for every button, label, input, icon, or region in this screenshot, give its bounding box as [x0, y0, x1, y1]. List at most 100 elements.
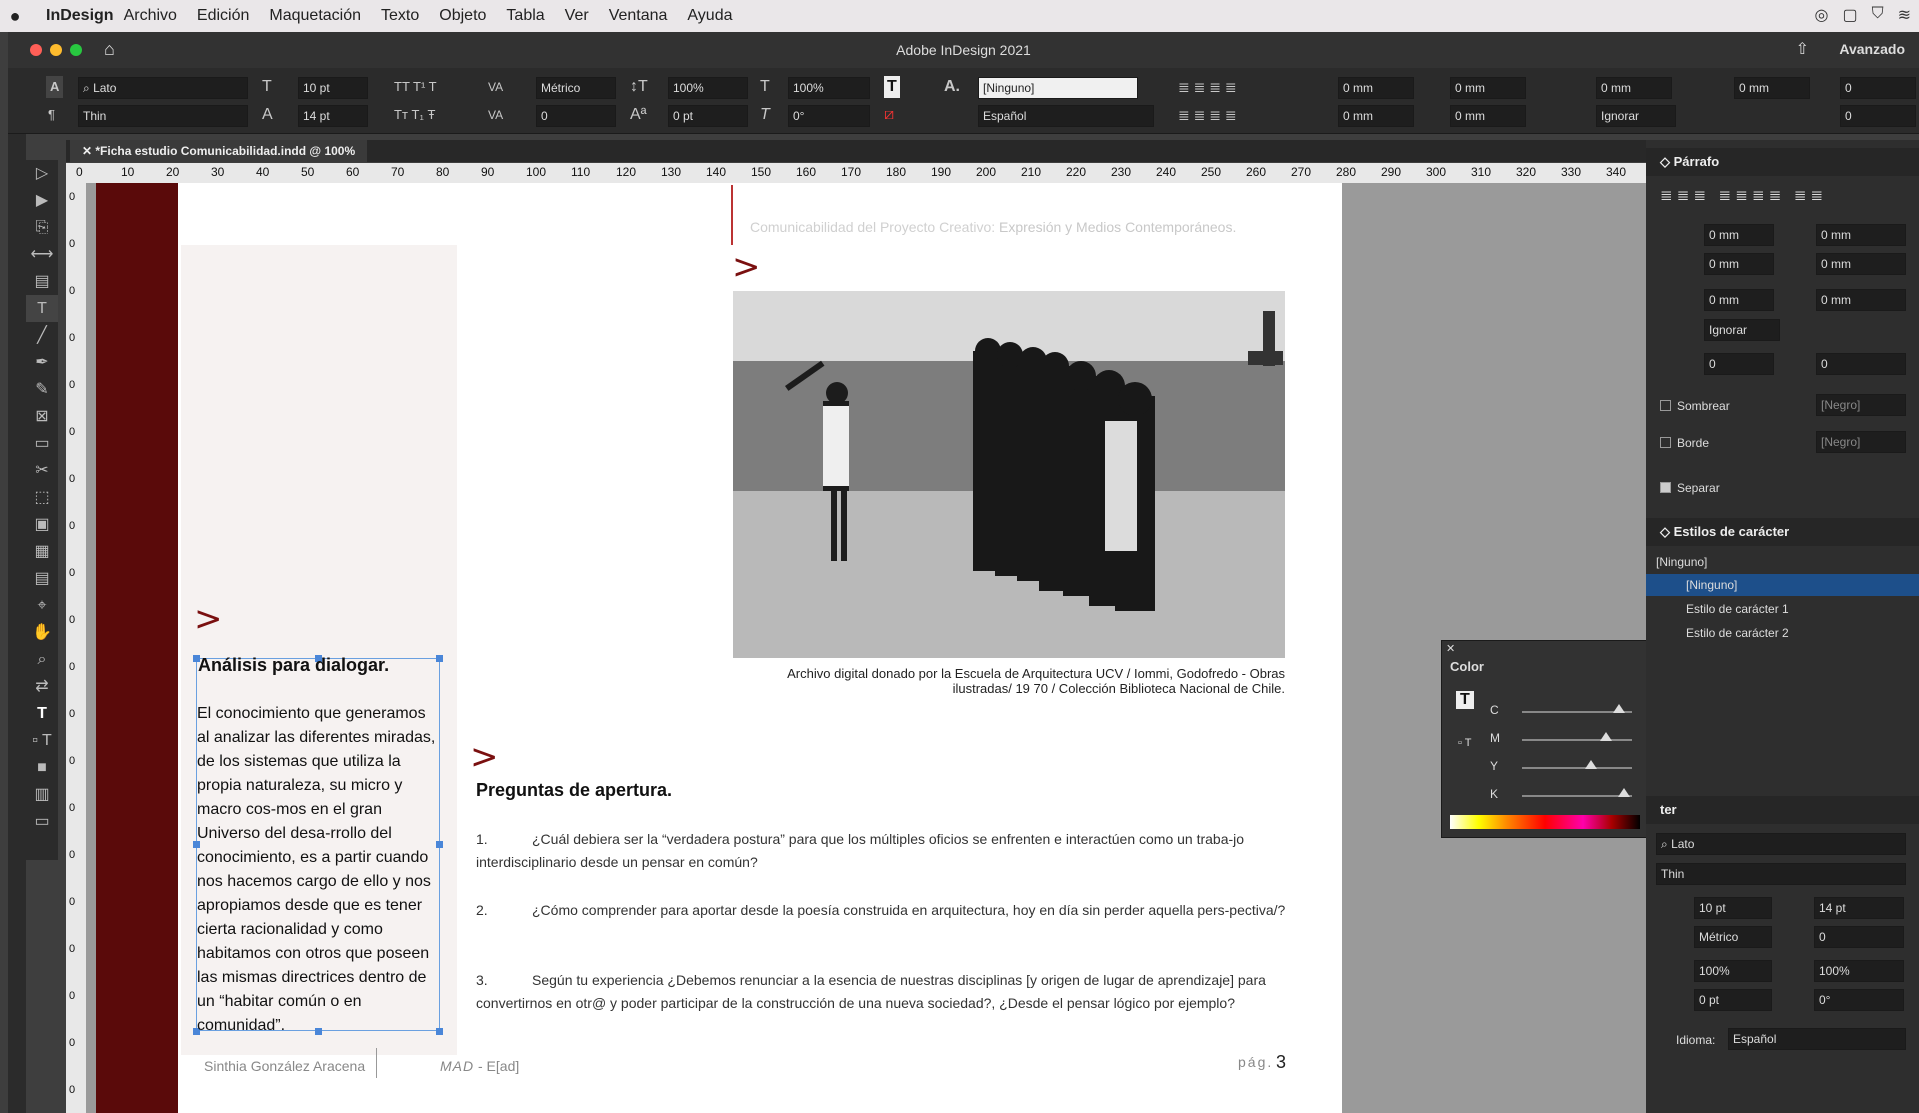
- line-tool-icon[interactable]: ╱: [26, 322, 58, 349]
- yellow-slider-thumb[interactable]: [1585, 760, 1597, 769]
- char-vscale-field[interactable]: 100%: [1694, 960, 1772, 982]
- space-before-field[interactable]: 0 mm: [1596, 77, 1672, 99]
- yellow-slider[interactable]: [1522, 767, 1632, 769]
- pen-tool-icon[interactable]: ✒: [26, 349, 58, 376]
- menu-ver[interactable]: Ver: [565, 7, 589, 25]
- skew-field[interactable]: 0°: [788, 105, 870, 127]
- magenta-slider-thumb[interactable]: [1600, 732, 1612, 741]
- space-after-field[interactable]: 0 mm: [1734, 77, 1810, 99]
- all-caps-icon[interactable]: TT T¹ T: [394, 76, 437, 98]
- language-field[interactable]: Español: [978, 105, 1154, 127]
- rectangle-tool-icon[interactable]: ▭: [26, 430, 58, 457]
- char-baseline-field[interactable]: 0 pt: [1694, 989, 1772, 1011]
- status-icon[interactable]: ◎: [1814, 5, 1828, 25]
- char-style-item[interactable]: Estilo de carácter 1: [1686, 602, 1789, 616]
- fill-stroke-icon[interactable]: T: [26, 700, 58, 727]
- font-size-field[interactable]: 10 pt: [298, 77, 368, 99]
- close-tab-icon[interactable]: ✕: [82, 144, 95, 158]
- justify-icon[interactable]: ≣ ≣ ≣ ≣: [1178, 104, 1237, 126]
- horizontal-scale-field[interactable]: 100%: [788, 77, 870, 99]
- direct-selection-tool-icon[interactable]: ▶: [26, 187, 58, 214]
- dropbox-icon[interactable]: ▢: [1842, 5, 1857, 25]
- fill-swatch-icon[interactable]: T: [1456, 691, 1474, 709]
- vertical-scale-field[interactable]: 100%: [668, 77, 748, 99]
- menu-edicion[interactable]: Edición: [197, 7, 249, 25]
- apply-color-icon[interactable]: ■: [26, 754, 58, 781]
- rectangle-frame-tool-icon[interactable]: ⊠: [26, 403, 58, 430]
- share-icon[interactable]: ⇧: [1796, 39, 1809, 59]
- content-collector-icon[interactable]: ▤: [26, 268, 58, 295]
- archive-photo[interactable]: [733, 291, 1285, 658]
- close-panel-icon[interactable]: ✕: [1446, 642, 1455, 655]
- par-space-after-field[interactable]: 0 mm: [1816, 289, 1906, 311]
- wifi-icon[interactable]: ≋: [1898, 5, 1911, 25]
- par-space-before-field[interactable]: 0 mm: [1704, 289, 1774, 311]
- par-right-indent-field[interactable]: 0 mm: [1816, 224, 1906, 246]
- separar-checkbox[interactable]: Separar: [1660, 481, 1720, 495]
- zoom-tool-icon[interactable]: ⌕: [26, 646, 58, 673]
- grid-align-field[interactable]: Ignorar: [1596, 105, 1676, 127]
- sombrear-color-field[interactable]: [Negro]: [1816, 394, 1906, 416]
- sombrear-checkbox[interactable]: Sombrear: [1660, 399, 1730, 413]
- screen-mode-icon[interactable]: ▭: [26, 808, 58, 835]
- shield-icon[interactable]: ⛉: [1872, 5, 1884, 25]
- gradient-swatch-tool-icon[interactable]: ▣: [26, 511, 58, 538]
- par-first-indent-field[interactable]: 0 mm: [1704, 253, 1774, 275]
- char-style-field[interactable]: Thin: [1656, 863, 1906, 885]
- note-tool-icon[interactable]: ▤: [26, 565, 58, 592]
- stroke-none-icon[interactable]: ⧄: [884, 104, 894, 126]
- text-format-icon[interactable]: ▫ T: [1458, 737, 1471, 749]
- baseline-shift-field[interactable]: 0 pt: [668, 105, 748, 127]
- swap-colors-icon[interactable]: ⇄: [26, 673, 58, 700]
- drop-cap-chars-field[interactable]: 0: [1840, 105, 1916, 127]
- char-style-item[interactable]: [Ninguno]: [1646, 574, 1919, 596]
- question-item[interactable]: 2. ¿Cómo comprender para aportar desde la…: [476, 899, 1290, 922]
- align-left-icon[interactable]: ≣ ≣ ≣ ≣: [1178, 76, 1237, 98]
- tracking-field[interactable]: 0: [536, 105, 616, 127]
- view-mode-icon[interactable]: ▥: [26, 781, 58, 808]
- analysis-heading[interactable]: Análisis para dialogar.: [198, 655, 389, 676]
- leading-field[interactable]: 14 pt: [298, 105, 368, 127]
- cyan-slider-thumb[interactable]: [1613, 704, 1625, 713]
- menu-maquetacion[interactable]: Maquetación: [269, 7, 361, 25]
- borde-checkbox[interactable]: Borde: [1660, 436, 1709, 450]
- first-line-indent-field[interactable]: 0 mm: [1338, 105, 1414, 127]
- question-item[interactable]: 1. ¿Cuál debiera ser la “verdadera postur…: [476, 828, 1290, 874]
- menu-tabla[interactable]: Tabla: [506, 7, 544, 25]
- idioma-field[interactable]: Español: [1728, 1028, 1906, 1050]
- drop-cap-lines-field[interactable]: 0: [1840, 77, 1916, 99]
- free-transform-tool-icon[interactable]: ⬚: [26, 484, 58, 511]
- par-grid-field[interactable]: Ignorar: [1704, 319, 1780, 341]
- workspace-switcher[interactable]: Avanzado: [1839, 41, 1905, 57]
- estilos-panel-header[interactable]: ◇ Estilos de carácter: [1646, 518, 1919, 546]
- menu-app-name[interactable]: InDesign: [46, 7, 114, 25]
- black-slider[interactable]: [1522, 795, 1632, 797]
- char-skew-field[interactable]: 0°: [1814, 989, 1904, 1011]
- char-tracking-field[interactable]: 0: [1814, 926, 1904, 948]
- frame-handle[interactable]: [436, 655, 443, 662]
- menu-ventana[interactable]: Ventana: [609, 7, 668, 25]
- last-line-indent-field[interactable]: 0 mm: [1450, 105, 1526, 127]
- menu-objeto[interactable]: Objeto: [439, 7, 486, 25]
- hand-tool-icon[interactable]: ✋: [26, 619, 58, 646]
- char-leading-field[interactable]: 14 pt: [1814, 897, 1904, 919]
- right-indent-field[interactable]: 0 mm: [1450, 77, 1526, 99]
- left-indent-field[interactable]: 0 mm: [1338, 77, 1414, 99]
- gradient-feather-tool-icon[interactable]: ▦: [26, 538, 58, 565]
- char-kerning-field[interactable]: Métrico: [1694, 926, 1772, 948]
- eyedropper-tool-icon[interactable]: ⌖: [26, 592, 58, 619]
- question-item[interactable]: 3. Según tu experiencia ¿Debemos renuncia…: [476, 969, 1290, 1015]
- paragraph-mode-icon[interactable]: ¶: [48, 104, 55, 126]
- par-last-indent-field[interactable]: 0 mm: [1816, 253, 1906, 275]
- parrafo-panel-header[interactable]: ◇ Párrafo: [1646, 148, 1919, 176]
- par-drop-chars-field[interactable]: 0: [1816, 353, 1906, 375]
- par-left-indent-field[interactable]: 0 mm: [1704, 224, 1774, 246]
- color-spectrum[interactable]: [1450, 815, 1640, 829]
- gap-tool-icon[interactable]: ⟷: [26, 241, 58, 268]
- par-drop-lines-field[interactable]: 0: [1704, 353, 1774, 375]
- small-caps-icon[interactable]: Tт T₁ Ŧ: [394, 104, 435, 126]
- char-family-field[interactable]: ⌕ Lato: [1656, 833, 1906, 855]
- document-tab[interactable]: ✕ *Ficha estudio Comunicabilidad.indd @ …: [70, 140, 368, 162]
- type-tool-icon[interactable]: T: [26, 295, 58, 322]
- char-style-item[interactable]: Estilo de carácter 2: [1686, 626, 1789, 640]
